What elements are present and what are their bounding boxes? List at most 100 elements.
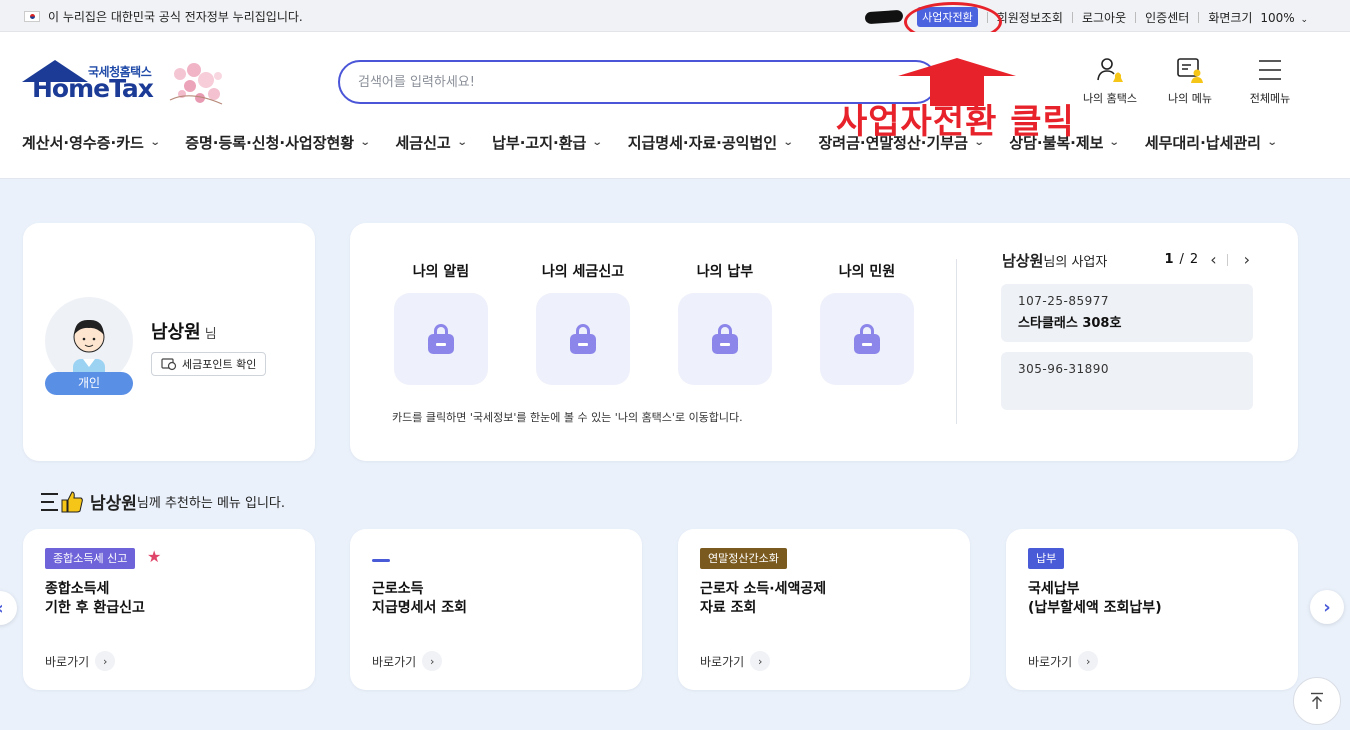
user-bell-icon: [1097, 58, 1123, 82]
profile-name-suffix: 님: [204, 327, 217, 342]
chevron-right-icon: ›: [95, 651, 116, 671]
user-type-badge: 개인: [45, 372, 133, 395]
carousel-next-button[interactable]: ›: [1310, 590, 1344, 624]
my-menu-button[interactable]: 나의 메뉴: [1160, 56, 1220, 106]
biz-owner-name: 남상원: [1002, 252, 1044, 270]
gnb-item-tax-filing[interactable]: 세금신고 ⌄: [395, 132, 468, 153]
recommend-card[interactable]: 근로소득 지급명세서 조회 바로가기 ›: [350, 529, 642, 690]
recommend-card[interactable]: 종합소득세 신고 ★ 종합소득세 기한 후 환급신고 바로가기 ›: [23, 529, 315, 690]
business-name: 스타클래스 308호: [1018, 316, 1122, 331]
page-current: 1: [1164, 252, 1174, 267]
zoom-control[interactable]: 화면크기 100% ⌄: [1208, 9, 1308, 26]
go-link[interactable]: 바로가기 ›: [700, 651, 771, 671]
chevron-right-icon: ›: [1078, 651, 1099, 671]
gnb-item-invoice[interactable]: 계산서·영수증·카드 ⌄: [22, 132, 161, 153]
carousel-prev-button[interactable]: ‹: [0, 591, 17, 625]
chevron-left-icon: ‹: [0, 598, 4, 619]
chevron-down-icon: ⌄: [592, 137, 603, 148]
gnb-item-statements[interactable]: 지급명세·자료·공익법인 ⌄: [627, 132, 794, 153]
member-info-link[interactable]: 회원정보조회: [997, 9, 1063, 26]
business-item[interactable]: 107-25-85977 스타클래스 308호: [1001, 284, 1253, 342]
go-link[interactable]: 바로가기 ›: [1028, 651, 1099, 671]
gnb-label: 세금신고: [395, 134, 451, 152]
go-label: 바로가기: [700, 654, 745, 669]
menu-card-icon: [1177, 58, 1203, 83]
business-pager: 1 / 2 ‹ ›: [1164, 250, 1250, 269]
hometax-logo[interactable]: 국세청홈택스 HomeTax: [22, 60, 232, 110]
tile-my-payment[interactable]: 나의 납부: [678, 261, 772, 385]
site-header: 국세청홈택스 HomeTax 나의 홈택스: [0, 32, 1350, 179]
tile-title: 나의 세금신고: [541, 264, 625, 280]
biz-owner-suffix: 님의 사업자: [1043, 255, 1108, 270]
logout-link[interactable]: 로그아웃: [1082, 9, 1126, 26]
my-hometax-label: 나의 홈택스: [1082, 92, 1138, 105]
tax-point-button[interactable]: 세금포인트 확인: [151, 352, 267, 376]
annotation-text: 사업자전환 클릭: [836, 102, 1075, 142]
zoom-value: 100%: [1260, 10, 1295, 25]
chevron-right-icon: ›: [1323, 596, 1331, 618]
chevron-right-icon: ›: [422, 651, 443, 671]
my-status-card: 나의 알림 나의 세금신고 나의 납부 나의 민원 카드를 클릭하면 '국세정보…: [350, 223, 1298, 461]
recommend-card[interactable]: 납부 국세납부 (납부할세액 조회납부) 바로가기 ›: [1006, 529, 1298, 690]
tile-title: 나의 납부: [696, 264, 754, 280]
logo-english: HomeTax: [32, 74, 154, 103]
tax-point-icon: [161, 358, 177, 371]
divider: [956, 259, 957, 424]
tile-title: 나의 민원: [838, 264, 896, 280]
scroll-top-button[interactable]: [1293, 677, 1341, 725]
card-title: 국세납부 (납부할세액 조회납부): [1028, 581, 1162, 616]
tile-my-alerts[interactable]: 나의 알림: [394, 261, 488, 385]
all-menu-button[interactable]: 전체메뉴: [1240, 56, 1300, 106]
card-tag-line: [372, 559, 390, 562]
gnb-item-certificate[interactable]: 증명·등록·신청·사업장현황 ⌄: [185, 132, 371, 153]
profile-name: 남상원 님: [151, 318, 217, 344]
business-item[interactable]: 305-96-31890: [1001, 352, 1253, 410]
redaction-mark: [864, 9, 904, 25]
gnb-item-agent[interactable]: 세무대리·납세관리 ⌄: [1145, 132, 1278, 153]
go-label: 바로가기: [45, 654, 90, 669]
chevron-left-icon[interactable]: ‹: [1210, 250, 1216, 269]
lock-icon: [712, 324, 738, 354]
card-tag: 납부: [1028, 548, 1065, 569]
recommend-user-name: 남상원: [90, 494, 137, 514]
business-number: 107-25-85977: [1018, 294, 1110, 308]
gov-banner-text: 이 누리집은 대한민국 공식 전자정부 누리집입니다.: [48, 10, 303, 24]
tax-point-label: 세금포인트 확인: [182, 358, 257, 371]
gnb-label: 계산서·영수증·카드: [22, 134, 144, 152]
chevron-down-icon: ⌄: [1300, 14, 1308, 25]
gnb-item-payment[interactable]: 납부·고지·환급 ⌄: [492, 132, 603, 153]
chevron-right-icon: ›: [750, 651, 771, 671]
business-list-heading: 남상원님의 사업자: [1002, 250, 1107, 271]
profile-card: 개인 남상원 님 세금포인트 확인: [23, 223, 315, 461]
cert-center-link[interactable]: 인증센터: [1145, 9, 1189, 26]
status-note: 카드를 클릭하면 '국세정보'를 한눈에 볼 수 있는 '나의 홈택스'로 이동…: [392, 411, 743, 424]
global-nav: 계산서·영수증·카드 ⌄ 증명·등록·신청·사업장현황 ⌄ 세금신고 ⌄ 납부·고지·…: [22, 132, 1302, 153]
my-hometax-button[interactable]: 나의 홈택스: [1080, 56, 1140, 106]
lock-icon: [854, 324, 880, 354]
gnb-label: 지급명세·자료·공익법인: [627, 134, 778, 152]
tile-title: 나의 알림: [412, 264, 470, 280]
chevron-down-icon: ⌄: [1266, 137, 1278, 148]
recommend-card[interactable]: 연말정산간소화 근로자 소득·세액공제 자료 조회 바로가기 ›: [678, 529, 970, 690]
chevron-down-icon: ⌄: [456, 137, 468, 148]
go-label: 바로가기: [1028, 654, 1073, 669]
go-label: 바로가기: [372, 654, 417, 669]
chevron-down-icon: ⌄: [782, 137, 794, 148]
card-title: 종합소득세 기한 후 환급신고: [45, 581, 145, 616]
go-link[interactable]: 바로가기 ›: [372, 651, 443, 671]
go-link[interactable]: 바로가기 ›: [45, 651, 116, 671]
card-title: 근로자 소득·세액공제 자료 조회: [700, 581, 827, 616]
chevron-right-icon[interactable]: ›: [1244, 250, 1250, 269]
gov-banner: 이 누리집은 대한민국 공식 전자정부 누리집입니다. 사업자전환 회원정보조회…: [0, 0, 1350, 32]
tile-my-petitions[interactable]: 나의 민원: [820, 261, 914, 385]
recommend-suffix: 님께 추천하는 메뉴 입니다.: [136, 496, 286, 511]
page-slash: /: [1179, 252, 1184, 267]
chevron-down-icon: ⌄: [149, 137, 161, 148]
korea-flag-icon: [24, 11, 40, 22]
lock-icon: [428, 324, 454, 354]
thumbs-up-menu-icon: [41, 490, 83, 512]
zoom-label: 화면크기: [1208, 10, 1253, 25]
hamburger-icon: [1259, 60, 1281, 80]
my-menu-label: 나의 메뉴: [1168, 92, 1212, 105]
tile-my-tax-filing[interactable]: 나의 세금신고: [536, 261, 630, 385]
